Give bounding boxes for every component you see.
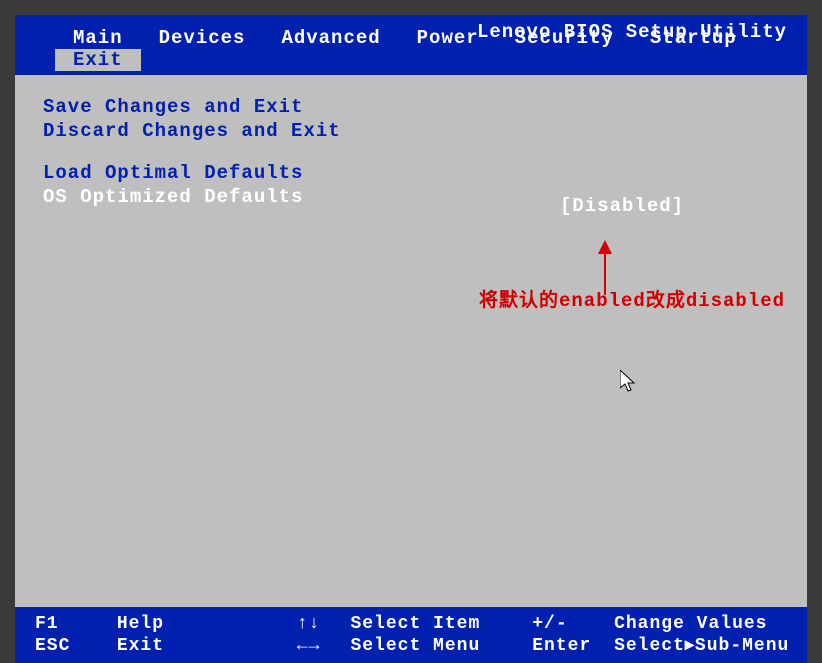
menu-load-optimal-defaults[interactable]: Load Optimal Defaults (43, 161, 779, 185)
footer-key-updown: ↑↓ (279, 614, 339, 634)
header-bar: Lenovo BIOS Setup Utility Main Devices A… (15, 15, 807, 75)
footer-label-select-item: Select Item (350, 614, 520, 634)
bios-screen: Lenovo BIOS Setup Utility Main Devices A… (15, 15, 807, 653)
footer-key-enter: Enter (532, 636, 602, 656)
cursor-icon (620, 370, 638, 394)
value-os-optimized-defaults[interactable]: [Disabled] (560, 195, 684, 217)
annotation-text: 将默认的enabled改成disabled (479, 285, 785, 312)
content-area: Save Changes and Exit Discard Changes an… (15, 75, 807, 607)
tab-startup[interactable]: Startup (632, 27, 755, 49)
footer-label-change-values: Change Values (614, 614, 822, 634)
footer-label-exit: Exit (117, 636, 267, 656)
menu-save-changes-exit[interactable]: Save Changes and Exit (43, 95, 779, 119)
tab-security[interactable]: Security (497, 27, 632, 49)
tab-bar: Main Devices Advanced Power Security Sta… (15, 27, 807, 71)
menu-discard-changes-exit[interactable]: Discard Changes and Exit (43, 119, 779, 143)
footer-label-help: Help (117, 614, 267, 634)
tab-devices[interactable]: Devices (141, 27, 264, 49)
footer-key-plusminus: +/- (532, 614, 602, 634)
tab-advanced[interactable]: Advanced (263, 27, 398, 49)
footer-label-select-menu: Select Menu (350, 636, 520, 656)
tab-exit[interactable]: Exit (55, 49, 141, 71)
menu-group-exit: Save Changes and Exit Discard Changes an… (43, 95, 779, 143)
footer-help-bar: F1 Help ↑↓ Select Item +/- Change Values… (15, 607, 807, 663)
tab-main[interactable]: Main (55, 27, 141, 49)
footer-key-leftright: ←→ (279, 636, 339, 656)
footer-key-esc: ESC (35, 636, 105, 656)
tab-power[interactable]: Power (399, 27, 497, 49)
footer-key-f1: F1 (35, 614, 105, 634)
